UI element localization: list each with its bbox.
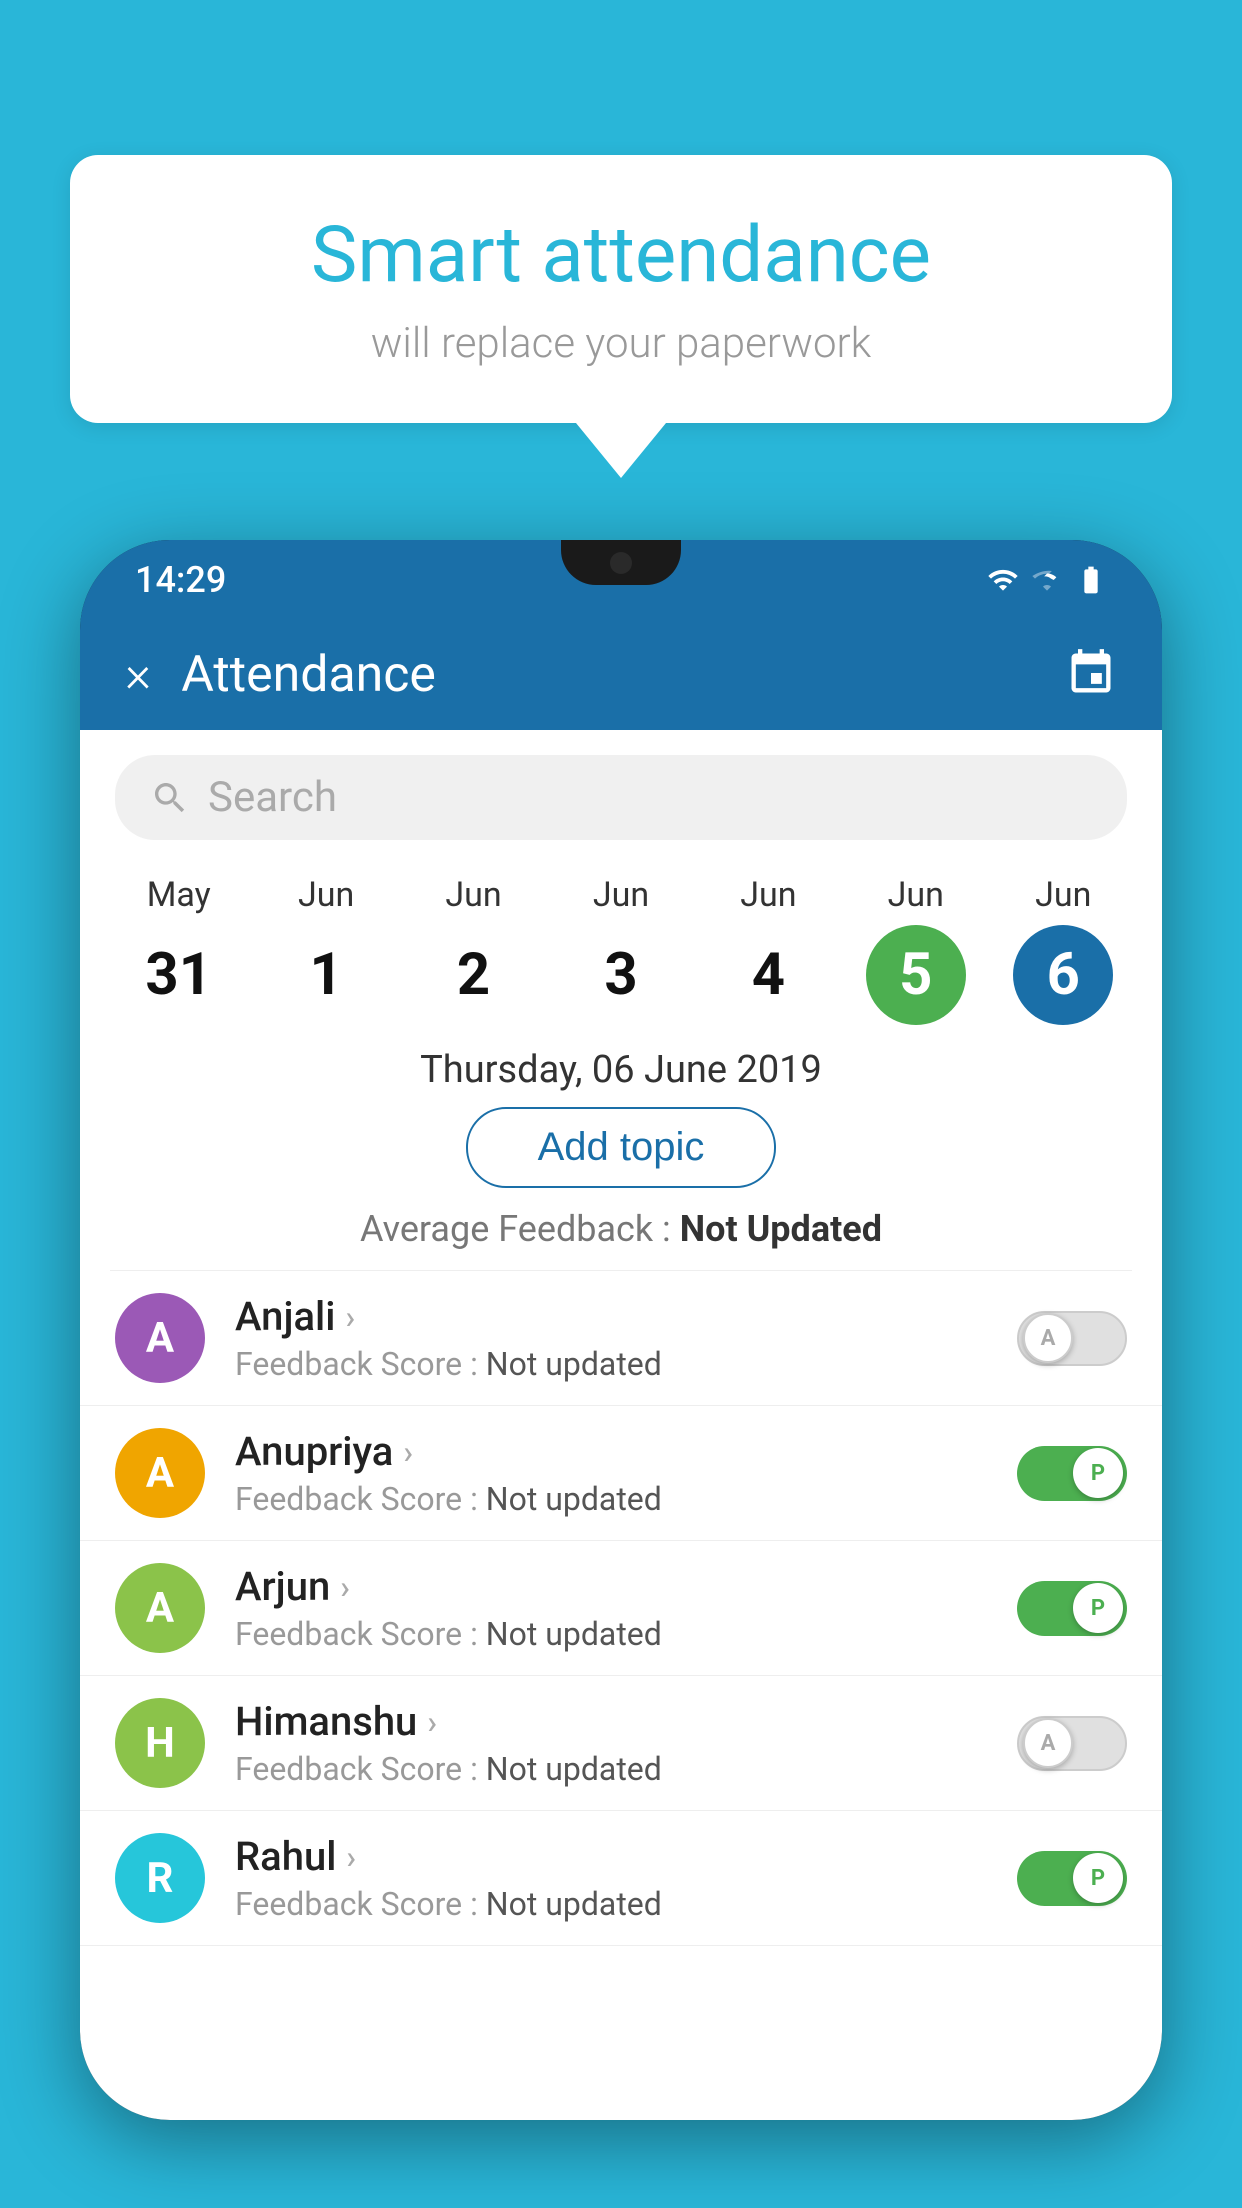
student-feedback: Feedback Score : Not updated [235,1750,987,1788]
calendar-date[interactable]: 2 [424,925,524,1025]
student-avatar: H [115,1698,205,1788]
student-info: Anjali › Feedback Score : Not updated [235,1293,987,1383]
chevron-icon: › [345,1298,355,1336]
battery-icon [1075,564,1107,596]
student-avatar: A [115,1428,205,1518]
calendar-day-4[interactable]: Jun 4 [708,875,828,1025]
avg-feedback: Average Feedback : Not Updated [80,1208,1162,1250]
attendance-toggle[interactable]: P [1017,1581,1127,1636]
calendar-month: Jun [593,875,649,915]
student-info: Anupriya › Feedback Score : Not updated [235,1428,987,1518]
speech-bubble-arrow [576,423,666,478]
student-name: Rahul › [235,1833,987,1880]
calendar-day-2[interactable]: Jun 2 [414,875,534,1025]
speech-bubble-subtitle: will replace your paperwork [130,319,1112,368]
calendar-strip: May 31 Jun 1 Jun 2 Jun 3 Jun 4 Jun 5 Jun 6 [80,860,1162,1030]
calendar-day-6[interactable]: Jun 6 [1003,875,1123,1025]
attendance-toggle[interactable]: A [1017,1716,1127,1771]
student-item[interactable]: A Anjali › Feedback Score : Not updated A [80,1271,1162,1406]
chevron-icon: › [403,1433,413,1471]
student-item[interactable]: H Himanshu › Feedback Score : Not updated A [80,1676,1162,1811]
status-time: 14:29 [135,559,226,601]
toggle-knob: A [1023,1313,1073,1363]
calendar-day-1[interactable]: Jun 1 [266,875,386,1025]
avg-feedback-label: Average Feedback : [360,1208,680,1250]
calendar-month: Jun [1035,875,1091,915]
student-name: Anjali › [235,1293,987,1340]
calendar-month: May [147,875,211,915]
speech-bubble-title: Smart attendance [130,210,1112,301]
student-avatar: A [115,1563,205,1653]
speech-bubble-container: Smart attendance will replace your paper… [70,155,1172,478]
calendar-month: Jun [740,875,796,915]
calendar-date[interactable]: 4 [718,925,818,1025]
student-avatar: R [115,1833,205,1923]
status-icons [987,564,1107,596]
phone-frame: 14:29 × Attendance [80,540,1162,2120]
close-button[interactable]: × [125,650,151,700]
calendar-month: Jun [298,875,354,915]
student-info: Arjun › Feedback Score : Not updated [235,1563,987,1653]
student-feedback: Feedback Score : Not updated [235,1480,987,1518]
phone-container: 14:29 × Attendance [80,540,1162,2208]
chevron-icon: › [346,1838,356,1876]
toggle-knob: P [1073,1448,1123,1498]
app-bar-title: Attendance [181,646,1035,704]
signal-icon [1031,564,1063,596]
chevron-icon: › [427,1703,437,1741]
student-name: Himanshu › [235,1698,987,1745]
chevron-icon: › [340,1568,350,1606]
feedback-value: Not updated [486,1345,662,1383]
feedback-value: Not updated [486,1615,662,1653]
feedback-value: Not updated [486,1480,662,1518]
calendar-icon [1065,647,1117,699]
search-placeholder: Search [208,773,337,822]
student-feedback: Feedback Score : Not updated [235,1345,987,1383]
calendar-month: Jun [445,875,501,915]
student-info: Himanshu › Feedback Score : Not updated [235,1698,987,1788]
calendar-day-0[interactable]: May 31 [119,875,239,1025]
selected-date-label: Thursday, 06 June 2019 [80,1048,1162,1092]
calendar-date[interactable]: 6 [1013,925,1113,1025]
toggle-knob: P [1073,1853,1123,1903]
feedback-value: Not updated [486,1750,662,1788]
calendar-button[interactable] [1065,647,1117,703]
student-name: Anupriya › [235,1428,987,1475]
notch [561,540,681,585]
speech-bubble: Smart attendance will replace your paper… [70,155,1172,423]
search-icon [150,778,190,818]
calendar-month: Jun [888,875,944,915]
add-topic-button[interactable]: Add topic [466,1107,777,1188]
calendar-date[interactable]: 3 [571,925,671,1025]
attendance-toggle[interactable]: P [1017,1851,1127,1906]
student-item[interactable]: A Anupriya › Feedback Score : Not updated P [80,1406,1162,1541]
student-feedback: Feedback Score : Not updated [235,1885,987,1923]
student-item[interactable]: A Arjun › Feedback Score : Not updated P [80,1541,1162,1676]
student-item[interactable]: R Rahul › Feedback Score : Not updated P [80,1811,1162,1946]
feedback-value: Not updated [486,1885,662,1923]
toggle-knob: P [1073,1583,1123,1633]
student-name: Arjun › [235,1563,987,1610]
calendar-date[interactable]: 1 [276,925,376,1025]
toggle-knob: A [1023,1718,1073,1768]
app-bar: × Attendance [80,620,1162,730]
avg-feedback-value: Not Updated [680,1208,882,1250]
calendar-day-3[interactable]: Jun 3 [561,875,681,1025]
student-info: Rahul › Feedback Score : Not updated [235,1833,987,1923]
calendar-date[interactable]: 31 [129,925,229,1025]
notch-camera [610,552,632,574]
attendance-toggle[interactable]: A [1017,1311,1127,1366]
calendar-day-5[interactable]: Jun 5 [856,875,976,1025]
calendar-date[interactable]: 5 [866,925,966,1025]
attendance-toggle[interactable]: P [1017,1446,1127,1501]
student-feedback: Feedback Score : Not updated [235,1615,987,1653]
student-list: AAnjali ›Feedback Score : Not updatedAAA… [80,1271,1162,1946]
wifi-icon [987,564,1019,596]
status-bar: 14:29 [80,540,1162,620]
student-avatar: A [115,1293,205,1383]
search-bar[interactable]: Search [115,755,1127,840]
phone-content: Search May 31 Jun 1 Jun 2 Jun 3 Jun 4 Jun 5 Jun 6 Thu… [80,730,1162,2120]
